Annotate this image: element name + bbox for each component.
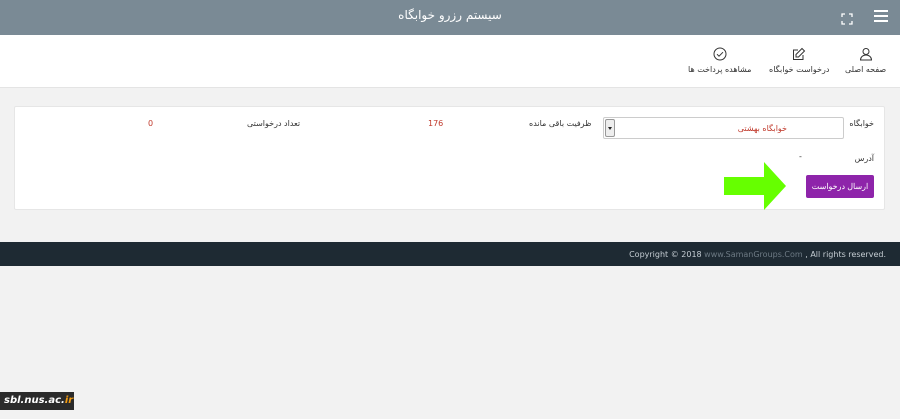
- submit-request-button[interactable]: ارسال درخواست: [806, 175, 874, 198]
- requests-value: 0: [148, 119, 154, 128]
- app-title: سیستم رزرو خوابگاه: [398, 8, 502, 22]
- nav-item-label: درخواست خوابگاه: [769, 65, 830, 74]
- copyright-suffix: , All rights reserved.: [802, 250, 886, 259]
- user-icon: [859, 48, 872, 61]
- nav-item-label: مشاهده پرداخت ها: [688, 65, 752, 74]
- address-value: -: [799, 152, 802, 161]
- address-label: آدرس: [854, 154, 874, 163]
- copyright-prefix: Copyright © 2018: [629, 250, 705, 259]
- copyright-site-link[interactable]: www.SamanGroups.Com: [704, 250, 803, 259]
- capacity-value: 176: [428, 119, 444, 128]
- nav-item-payments[interactable]: مشاهده پرداخت ها: [688, 47, 751, 74]
- dorm-select-value: خوابگاه بهشتی: [737, 124, 787, 133]
- watermark-tld: ir: [64, 395, 74, 406]
- check-circle-icon: [713, 47, 727, 61]
- chevron-down-icon[interactable]: [605, 119, 615, 137]
- green-arrow-icon: [724, 162, 786, 210]
- edit-icon: [793, 47, 806, 60]
- capacity-label: ظرفیت باقی مانده: [529, 119, 592, 128]
- watermark-logo: sbl.nus.ac.ir: [0, 392, 74, 410]
- copyright-text: Copyright © 2018 www.SamanGroups.Com , A…: [629, 250, 886, 259]
- requests-label: تعداد درخواستی: [247, 119, 301, 128]
- nav-item-dorm-request[interactable]: درخواست خوابگاه: [769, 47, 829, 74]
- hamburger-menu-icon[interactable]: [874, 10, 888, 24]
- dorm-select[interactable]: خوابگاه بهشتی: [603, 117, 844, 139]
- nav-bar: صفحه اصلی درخواست خوابگاه مشاهده پرداخت …: [0, 35, 900, 88]
- watermark-name: sbl.nus.ac.: [4, 395, 65, 406]
- fullscreen-icon[interactable]: [841, 10, 853, 25]
- nav-item-label: صفحه اصلی: [845, 65, 887, 74]
- nav-item-home[interactable]: صفحه اصلی: [845, 47, 886, 74]
- footer: Copyright © 2018 www.SamanGroups.Com , A…: [0, 242, 900, 266]
- dorm-label: خوابگاه: [849, 119, 874, 128]
- top-header: سیستم رزرو خوابگاه: [0, 0, 900, 35]
